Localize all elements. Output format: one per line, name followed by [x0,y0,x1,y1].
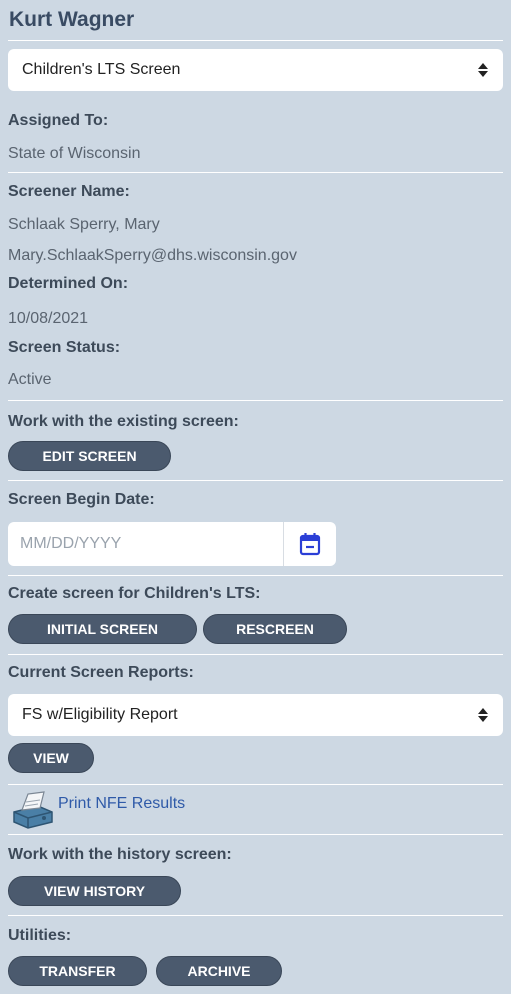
screen-status-label: Screen Status: [8,339,121,356]
printer-icon [13,791,53,829]
divider [8,834,503,835]
history-screen-label: Work with the history screen: [8,846,232,863]
assigned-to-value: State of Wisconsin [8,145,141,162]
view-report-button[interactable]: VIEW [8,743,94,773]
begin-date-input[interactable] [8,522,283,566]
archive-button[interactable]: ARCHIVE [156,956,282,986]
divider [8,40,503,41]
current-reports-label: Current Screen Reports: [8,664,194,681]
rescreen-button[interactable]: RESCREEN [203,614,347,644]
begin-date-field [8,522,336,566]
screener-name-value: Schlaak Sperry, Mary [8,216,160,233]
print-nfe-results-link[interactable]: Print NFE Results [58,795,185,813]
person-name: Kurt Wagner [9,8,135,31]
divider [8,784,503,785]
edit-screen-button[interactable]: EDIT SCREEN [8,441,171,471]
screen-status-value: Active [8,371,52,388]
utilities-label: Utilities: [8,927,72,944]
screen-type-value: Children's LTS Screen [22,61,181,78]
divider [8,915,503,916]
divider [8,480,503,481]
calendar-icon [299,533,321,556]
screen-begin-date-label: Screen Begin Date: [8,491,155,508]
assigned-to-label: Assigned To: [8,112,109,129]
report-select-value: FS w/Eligibility Report [22,706,178,723]
select-arrows-icon [477,705,489,725]
determined-on-label: Determined On: [8,275,129,292]
screener-email: Mary.SchlaakSperry@dhs.wisconsin.gov [8,247,297,264]
divider [8,172,503,173]
screener-name-label: Screener Name: [8,183,130,200]
screen-type-select[interactable]: Children's LTS Screen [8,49,503,91]
divider [8,400,503,401]
existing-screen-label: Work with the existing screen: [8,413,239,430]
divider [8,575,503,576]
screen-panel: Kurt Wagner Children's LTS Screen Assign… [0,0,511,994]
calendar-button[interactable] [283,522,336,566]
divider [8,654,503,655]
report-select[interactable]: FS w/Eligibility Report [8,694,503,736]
create-screen-label: Create screen for Children's LTS: [8,585,261,602]
transfer-button[interactable]: TRANSFER [8,956,147,986]
initial-screen-button[interactable]: INITIAL SCREEN [8,614,197,644]
view-history-button[interactable]: VIEW HISTORY [8,876,181,906]
determined-on-value: 10/08/2021 [8,310,89,327]
select-arrows-icon [477,60,489,80]
